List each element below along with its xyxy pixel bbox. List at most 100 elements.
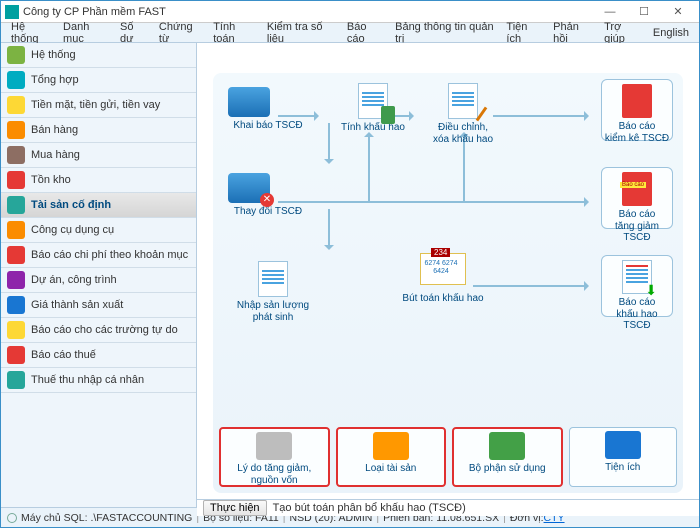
arrow-icon [328,209,330,249]
sidebar-item-freefield-report[interactable]: Báo cáo cho các trường tự do [1,318,196,343]
content: Hệ thống Tổng hợp Tiền mặt, tiền gửi, ti… [1,43,699,507]
tile-label: Bút toán khấu hao [393,293,493,305]
window-title: Công ty CP Phần mềm FAST [23,6,593,18]
arrow-icon [278,201,588,203]
building-icon [373,432,409,460]
tile-input-output[interactable]: Nhập sản lượng phát sinh [228,261,318,323]
sidebar-item-project[interactable]: Dự án, công trình [1,268,196,293]
tile-label: Báo cáo kiểm kê TSCĐ [602,121,672,144]
tile-report-inventory[interactable]: Báo cáo kiểm kê TSCĐ [601,79,673,141]
tile-department[interactable]: Bộ phận sử dụng [452,427,563,487]
sidebar-label: Mua hàng [31,149,80,161]
sidebar-label: Báo cáo cho các trường tự do [31,324,178,336]
folder-change-icon [228,173,270,203]
bank-icon [7,96,25,114]
cart-icon [7,121,25,139]
sidebar-item-fixed-assets[interactable]: Tài sản cố định [1,193,196,218]
tile-label: Báo cáo tăng giảm TSCĐ [602,209,672,244]
calc-icon [7,296,25,314]
sidebar-item-system[interactable]: Hệ thống [1,43,196,68]
tile-declare-asset[interactable]: Khai báo TSCĐ [228,87,308,132]
sidebar-label: Công cụ dụng cụ [31,224,114,236]
close-button[interactable]: ✕ [661,2,695,22]
sidebar-label: Báo cáo chi phí theo khoản mục [31,249,188,261]
tile-label: Điều chỉnh, xóa khấu hao [423,122,503,145]
project-icon [7,271,25,289]
tile-label: Lý do tăng giảm, nguồn vốn [221,463,328,486]
sheet-icon [258,261,288,297]
tile-label: Báo cáo khấu hao TSCĐ [602,297,672,332]
tile-label: Tính khấu hao [338,122,408,134]
sidebar-label: Tài sản cố định [31,199,111,211]
toolbox-icon [605,431,641,459]
tile-utilities[interactable]: Tiện ích [569,427,678,487]
tool-icon [7,221,25,239]
sidebar-label: Báo cáo thuế [31,349,96,361]
chart-icon [7,246,25,264]
execute-button[interactable]: Thực hiện [203,500,267,516]
tile-calc-depreciation[interactable]: Tính khấu hao [338,83,408,134]
tile-asset-type[interactable]: Loại tài sản [336,427,447,487]
sidebar-label: Bán hàng [31,124,78,136]
bottom-row: Lý do tăng giảm, nguồn vốn Loại tài sản … [219,427,677,487]
arrow-icon [328,123,330,163]
tile-label: Loại tài sản [338,463,445,475]
tile-reason-fund[interactable]: Lý do tăng giảm, nguồn vốn [219,427,330,487]
tile-label: Khai báo TSCĐ [228,120,308,132]
stock-icon [7,171,25,189]
book-icon [7,71,25,89]
sidebar-item-tools[interactable]: Công cụ dụng cụ [1,218,196,243]
sidebar-item-inventory[interactable]: Tồn kho [1,168,196,193]
menu-language[interactable]: English [647,25,695,41]
sidebar-label: Tồn kho [31,174,71,186]
sidebar-label: Tổng hợp [31,74,79,86]
workflow-canvas: Khai báo TSCĐ Tính khấu hao Điều chỉnh, … [213,73,683,493]
tile-adjust-depreciation[interactable]: Điều chỉnh, xóa khấu hao [423,83,503,145]
main-panel: Khai báo TSCĐ Tính khấu hao Điều chỉnh, … [197,43,699,507]
sidebar-item-costing[interactable]: Giá thành sản xuất [1,293,196,318]
sidebar-item-tax-report[interactable]: Báo cáo thuế [1,343,196,368]
status-dot-icon [7,513,17,523]
report-red-icon [622,84,652,118]
report-icon [7,321,25,339]
box-icon [7,146,25,164]
asset-icon [7,196,25,214]
list-download-icon: ⬇ [622,260,652,294]
tile-report-change[interactable]: Báo cáo tăng giảm TSCĐ [601,167,673,229]
folder-icon [228,87,270,117]
people-icon [489,432,525,460]
arrow-icon [368,133,370,201]
app-icon [5,5,19,19]
sidebar: Hệ thống Tổng hợp Tiền mặt, tiền gửi, ti… [1,43,197,507]
person-icon [7,371,25,389]
sheet-calc-icon [358,83,388,119]
app-window: Công ty CP Phần mềm FAST — ☐ ✕ Hệ thống … [0,0,700,528]
sidebar-item-general[interactable]: Tổng hợp [1,68,196,93]
status-server: Máy chủ SQL: .\FASTACCOUNTING [21,512,192,524]
exec-bar: Thực hiện Tạo bút toán phân bổ khấu hao … [197,499,699,516]
sidebar-label: Thuế thu nhập cá nhân [31,374,144,386]
tile-change-asset[interactable]: Thay đổi TSCĐ [228,173,308,218]
arrow-icon [493,115,588,117]
sidebar-label: Dự án, công trình [31,274,117,286]
note-lines: 6274 6274 6424 [421,260,461,275]
tile-label: Tiện ích [570,462,677,474]
sidebar-item-sales[interactable]: Bán hàng [1,118,196,143]
tile-label: Nhập sản lượng phát sinh [228,300,318,323]
cog-icon [7,46,25,64]
coins-icon [256,432,292,460]
canvas-wrap: Khai báo TSCĐ Tính khấu hao Điều chỉnh, … [197,43,699,499]
tile-report-depreciation[interactable]: ⬇Báo cáo khấu hao TSCĐ [601,255,673,317]
sidebar-label: Giá thành sản xuất [31,299,123,311]
sidebar-item-cash[interactable]: Tiền mặt, tiền gửi, tiền vay [1,93,196,118]
tile-deprec-entry[interactable]: 6274 6274 6424 Bút toán khấu hao [393,253,493,305]
exec-description: Tạo bút toán phân bổ khấu hao (TSCĐ) [273,502,466,514]
sheet-pen-icon [448,83,478,119]
notebook-icon: 6274 6274 6424 [420,253,466,285]
report-label-icon [622,172,652,206]
sidebar-item-cost-report[interactable]: Báo cáo chi phí theo khoản mục [1,243,196,268]
tile-label: Bộ phận sử dụng [454,463,561,475]
sidebar-item-pit[interactable]: Thuế thu nhập cá nhân [1,368,196,393]
sidebar-item-purchase[interactable]: Mua hàng [1,143,196,168]
menubar: Hệ thống Danh mục Số dư Chứng từ Tính to… [1,23,699,43]
